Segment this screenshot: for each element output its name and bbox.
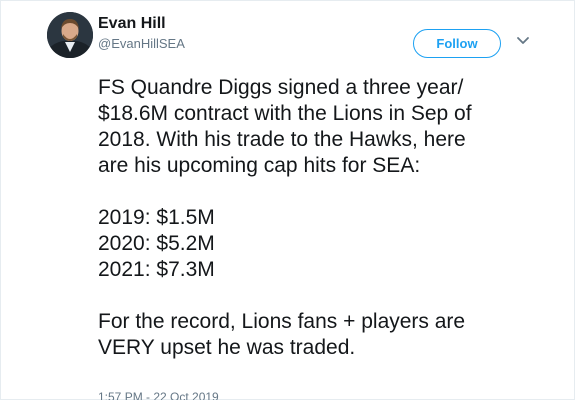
tweet-line: For the record, Lions fans + players are bbox=[98, 310, 466, 333]
author-name[interactable]: Evan Hill bbox=[98, 15, 166, 33]
chevron-down-icon[interactable] bbox=[515, 35, 531, 47]
tweet-line: $18.6M contract with the Lions in Sep of bbox=[98, 102, 472, 125]
tweet-line: FS Quandre Diggs signed a three year/ bbox=[98, 76, 464, 99]
cap-hit-line: 2020: $5.2M bbox=[98, 232, 215, 255]
tweet-timestamp[interactable]: 1:57 PM - 22 Oct 2019 bbox=[98, 390, 219, 400]
cap-hit-line: 2019: $1.5M bbox=[98, 206, 215, 229]
tweet-text: FS Quandre Diggs signed a three year/ $1… bbox=[98, 75, 548, 361]
tweet-line: VERY upset he was traded. bbox=[98, 336, 356, 359]
avatar[interactable] bbox=[47, 12, 93, 58]
avatar-photo-icon bbox=[47, 12, 93, 58]
follow-button[interactable]: Follow bbox=[413, 29, 501, 58]
cap-hit-line: 2021: $7.3M bbox=[98, 258, 215, 281]
tweet-card: Evan Hill @EvanHillSEA Follow FS Quandre… bbox=[0, 0, 575, 400]
author-handle[interactable]: @EvanHillSEA bbox=[98, 36, 185, 51]
tweet-line: are his upcoming cap hits for SEA: bbox=[98, 154, 421, 177]
tweet-line: 2018. With his trade to the Hawks, here bbox=[98, 128, 466, 151]
